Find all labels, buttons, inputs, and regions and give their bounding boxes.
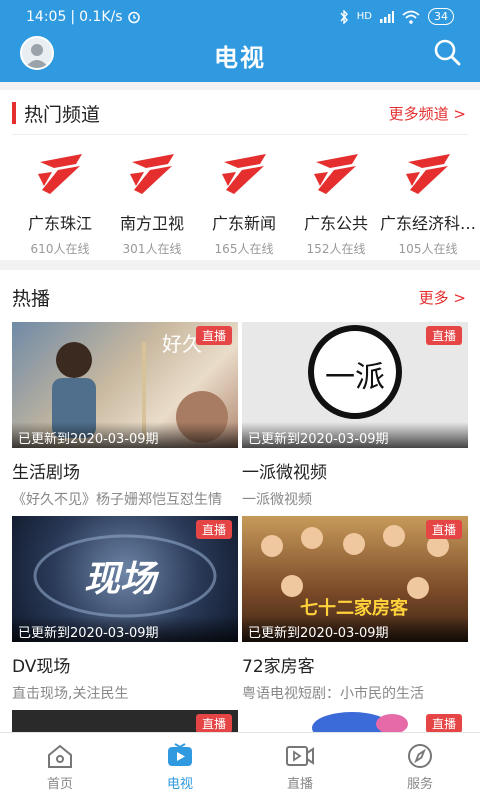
battery-indicator: 34	[428, 8, 454, 25]
video-card[interactable]: 一派 直播 已更新到2020-03-09期 一派微视频 一派微视频	[242, 322, 468, 509]
live-video-icon	[286, 746, 314, 766]
channel-online-count: 165人在线	[214, 242, 274, 256]
channel-name: 南方卫视	[119, 214, 184, 233]
tab-live[interactable]: 直播	[240, 733, 360, 800]
video-title: DV现场	[12, 657, 71, 677]
tab-home[interactable]: 首页	[0, 733, 120, 800]
channel-item[interactable]: 广东公共 152人在线	[288, 152, 384, 257]
live-badge: 直播	[425, 326, 462, 345]
live-badge: 直播	[195, 520, 232, 539]
page-title: 电视	[214, 44, 266, 72]
hot-channels-header: 热门频道 更多频道 >	[0, 98, 480, 128]
hot-play-section: 热播 更多 > 好久 直播 已更新到2020-03-09期 生活剧场 《好久不见…	[0, 270, 480, 732]
channel-item[interactable]: 广东经济科… 105人在线	[380, 152, 476, 257]
live-badge: 直播	[195, 714, 232, 732]
live-badge: 直播	[425, 520, 462, 539]
channel-name: 广东经济科…	[380, 214, 476, 233]
channel-online-count: 105人在线	[398, 242, 458, 256]
search-icon[interactable]	[432, 37, 462, 67]
gdtv-logo-icon	[406, 154, 450, 194]
video-thumbnail: 好久 直播 已更新到2020-03-09期	[12, 322, 238, 448]
tab-tv[interactable]: 电视	[120, 733, 240, 800]
video-desc: 《好久不见》杨子姗郑恺互怼生情	[12, 492, 222, 508]
signal-label: HD	[356, 10, 372, 22]
video-card-partial[interactable]: 直播	[12, 710, 238, 732]
video-thumbnail: 一派 直播 已更新到2020-03-09期	[242, 322, 468, 448]
channel-name: 广东珠江	[27, 214, 92, 233]
update-label: 已更新到2020-03-09期	[242, 616, 468, 642]
channel-item[interactable]: 南方卫视 301人在线	[104, 152, 200, 257]
video-card[interactable]: 好久 直播 已更新到2020-03-09期 生活剧场 《好久不见》杨子姗郑恺互怼…	[12, 322, 238, 509]
section-divider	[12, 134, 468, 135]
alarm-icon	[127, 11, 140, 24]
tab-label: 电视	[166, 777, 193, 792]
update-label: 已更新到2020-03-09期	[242, 422, 468, 448]
gdtv-logo-icon	[222, 154, 266, 194]
tab-label: 首页	[46, 777, 73, 792]
compass-icon	[408, 744, 432, 768]
tv-icon	[168, 743, 192, 766]
section-accent-bar	[12, 102, 16, 124]
status-bar: 14:05 | 0.1K/s HD 34	[0, 0, 480, 34]
app-header: 14:05 | 0.1K/s HD 34 电视	[0, 0, 480, 82]
more-channels-link[interactable]: 更多频道 >	[389, 103, 466, 124]
channel-online-count: 301人在线	[122, 242, 182, 256]
video-title: 一派微视频	[242, 463, 327, 483]
bluetooth-icon	[340, 9, 348, 24]
bottom-tab-bar: 首页 电视 直播 服务	[0, 732, 480, 800]
network-speed: 0.1K/s	[79, 9, 123, 25]
status-time: 14:05	[26, 9, 67, 25]
channel-item[interactable]: 广东珠江 610人在线	[12, 152, 108, 257]
wifi-icon	[402, 10, 420, 24]
gdtv-logo-icon	[130, 154, 174, 194]
video-title: 生活剧场	[12, 463, 80, 483]
video-card[interactable]: 七十二家房客 直播 已更新到2020-03-09期 72家房客 粤语电视短剧：小…	[242, 516, 468, 703]
video-thumbnail: 现场 直播 已更新到2020-03-09期	[12, 516, 238, 642]
channel-name: 广东新闻	[211, 214, 276, 233]
gdtv-logo-icon	[38, 154, 82, 194]
video-desc: 直击现场,关注民生	[12, 686, 129, 702]
thumbnail-overlay-text: 一派	[325, 360, 385, 395]
gdtv-logo-icon	[314, 154, 358, 194]
video-card-partial[interactable]: 直播	[242, 710, 468, 732]
home-icon	[48, 744, 72, 768]
tab-label: 直播	[286, 777, 313, 792]
channel-item[interactable]: 广东新闻 165人在线	[196, 152, 292, 257]
video-thumbnail: 七十二家房客 直播 已更新到2020-03-09期	[242, 516, 468, 642]
video-title: 72家房客	[242, 657, 315, 677]
channel-online-count: 610人在线	[30, 242, 90, 256]
channel-name: 广东公共	[303, 214, 368, 233]
thumbnail-overlay-text: 现场	[84, 559, 157, 600]
hot-channels-section: 热门频道 更多频道 > 广东珠江 610人在线 南方卫视 301人在线 广东新闻…	[0, 90, 480, 260]
video-desc: 粤语电视短剧：小市民的生活	[242, 686, 424, 702]
hot-play-header: 热播 更多 >	[0, 282, 480, 312]
live-badge: 直播	[425, 714, 462, 732]
more-hot-play-link[interactable]: 更多 >	[419, 287, 466, 308]
video-card[interactable]: 现场 直播 已更新到2020-03-09期 DV现场 直击现场,关注民生	[12, 516, 238, 703]
signal-icon	[380, 10, 394, 23]
hot-channels-title: 热门频道	[24, 104, 101, 126]
tab-label: 服务	[406, 777, 433, 792]
channel-online-count: 152人在线	[306, 242, 366, 256]
update-label: 已更新到2020-03-09期	[12, 616, 238, 642]
hot-play-title: 热播	[12, 288, 51, 310]
video-desc: 一派微视频	[242, 492, 312, 508]
live-badge: 直播	[195, 326, 232, 345]
tab-service[interactable]: 服务	[360, 733, 480, 800]
update-label: 已更新到2020-03-09期	[12, 422, 238, 448]
